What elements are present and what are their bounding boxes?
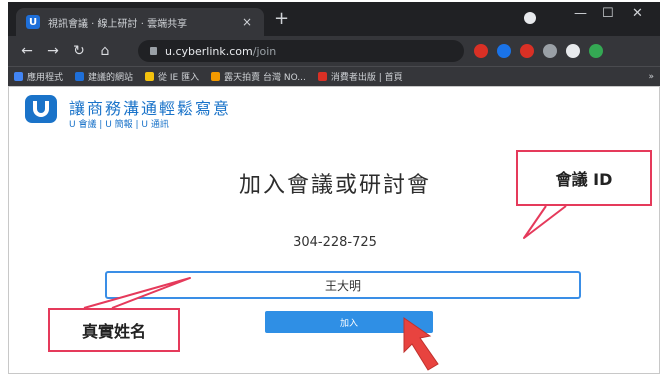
- puzzle-icon[interactable]: [566, 44, 580, 58]
- browser-tab-strip: U 視訊會議 · 線上研討 · 雲端共享 × + — ☐ ✕: [8, 2, 660, 36]
- apps-grid-icon: [14, 72, 23, 81]
- url-host: u.cyberlink.com: [165, 44, 253, 58]
- screenshot-frame: U 視訊會議 · 線上研討 · 雲端共享 × + — ☐ ✕ ← → ↻ ⌂ u…: [8, 2, 660, 374]
- browser-tab[interactable]: U 視訊會議 · 線上研討 · 雲端共享 ×: [16, 8, 264, 36]
- bookmarks-more-icon[interactable]: »: [648, 72, 654, 82]
- tab-close-icon[interactable]: ×: [240, 15, 254, 29]
- brand-tagline: U 會議 | U 簡報 | U 通訊: [69, 120, 169, 130]
- extension-icon[interactable]: [520, 44, 534, 58]
- tab-title: 視訊會議 · 線上研討 · 雲端共享: [48, 18, 188, 30]
- address-bar[interactable]: u.cyberlink.com/join: [138, 40, 464, 62]
- reload-icon[interactable]: ↻: [66, 43, 92, 59]
- bookmark-apps[interactable]: 應用程式: [14, 70, 63, 83]
- bookmark-icon: [75, 72, 85, 81]
- callout-real-name: 真實姓名: [48, 308, 180, 352]
- browser-toolbar: ← → ↻ ⌂ u.cyberlink.com/join: [8, 36, 660, 66]
- url-path: /join: [252, 44, 277, 58]
- join-button[interactable]: 加入: [265, 311, 433, 333]
- lock-icon: [150, 47, 157, 55]
- new-tab-button[interactable]: +: [274, 10, 289, 28]
- extension-icon[interactable]: [497, 44, 511, 58]
- bookmark-icon: [211, 72, 221, 81]
- u-logo-glyph: [33, 101, 49, 117]
- folder-icon: [145, 72, 155, 81]
- u-logo-icon[interactable]: [25, 95, 57, 123]
- maximize-button[interactable]: ☐: [602, 6, 614, 21]
- adblock-icon[interactable]: [474, 44, 488, 58]
- meeting-id: 304-228-725: [293, 235, 377, 250]
- home-icon[interactable]: ⌂: [92, 43, 118, 59]
- minimize-button[interactable]: —: [574, 6, 587, 21]
- bookmark-icon: [317, 72, 327, 81]
- extension-icons: [474, 44, 603, 58]
- profile-icon[interactable]: [524, 12, 536, 24]
- bookmark-consumer[interactable]: 消費者出版 | 首頁: [317, 70, 403, 83]
- forward-icon[interactable]: →: [40, 43, 66, 59]
- bookmark-ie-import[interactable]: 從 IE 匯入: [145, 70, 199, 83]
- name-input[interactable]: [105, 271, 581, 299]
- bookmark-suggested[interactable]: 建議的網站: [75, 70, 133, 83]
- back-icon[interactable]: ←: [14, 43, 40, 59]
- callout-meeting-id: 會議 ID: [516, 150, 652, 206]
- extension-icon[interactable]: [543, 44, 557, 58]
- bookmark-ruten[interactable]: 露天拍賣 台灣 NO...: [211, 70, 306, 83]
- close-window-button[interactable]: ✕: [632, 6, 643, 21]
- account-icon[interactable]: [589, 44, 603, 58]
- brand-name: 讓商務溝通輕鬆寫意: [69, 99, 232, 118]
- bookmarks-bar: 應用程式 建議的網站 從 IE 匯入 露天拍賣 台灣 NO... 消費者出版 |…: [8, 66, 660, 86]
- u-favicon-icon: U: [26, 15, 40, 29]
